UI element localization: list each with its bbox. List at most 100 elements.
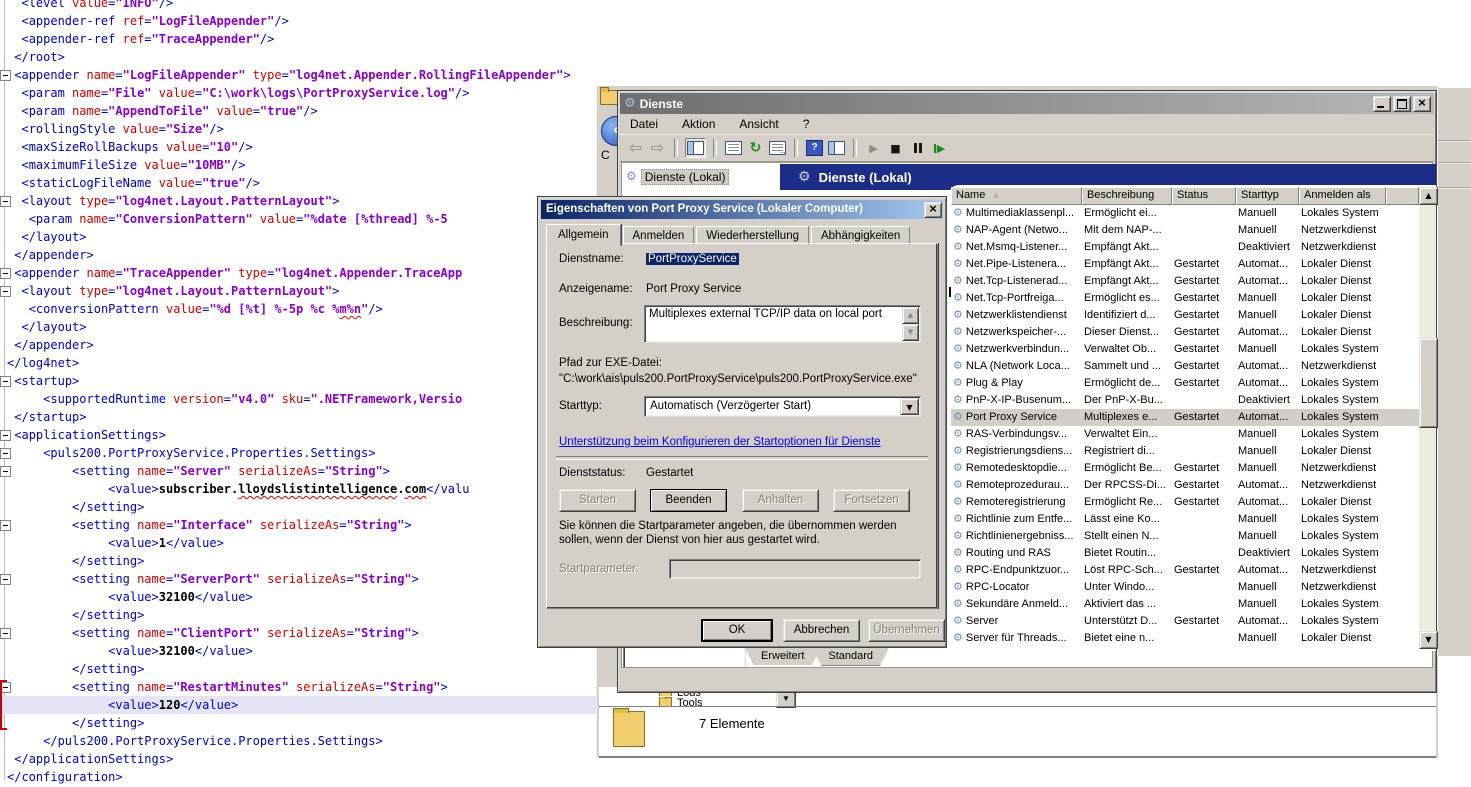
table-row[interactable]: ⚙Plug & PlayErmöglicht de...GestartetAut…	[951, 375, 1436, 392]
code-line[interactable]: <param name="File" value="C:\work\logs\P…	[7, 84, 596, 102]
table-row[interactable]: ⚙Netzwerkspeicher-...Dieser Dienst...Ges…	[951, 324, 1436, 341]
scroll-up-icon[interactable]: ▲	[1419, 187, 1438, 205]
code-line[interactable]: <value>32100</value>	[7, 588, 596, 606]
table-row[interactable]: ⚙Remoteprozedurau...Der RPCSS-Di...Gesta…	[951, 477, 1436, 494]
pause-service-icon[interactable]	[908, 139, 927, 157]
code-line[interactable]: <setting name="ClientPort" serializeAs="…	[7, 624, 596, 642]
scroll-down-icon[interactable]: ▼	[1419, 631, 1438, 649]
code-area[interactable]: <level value="INFO"/> <appender-ref ref=…	[7, 0, 596, 786]
table-row[interactable]: ⚙RPC-Endpunktzuor...Löst RPC-Sch...Gesta…	[951, 562, 1436, 579]
code-line[interactable]: <maximumFileSize value="10MB"/>	[7, 156, 596, 174]
table-row[interactable]: ⚙Sekundäre Anmeld...Aktiviert das ...Man…	[951, 596, 1436, 613]
scroll-down-icon[interactable]: ▼	[902, 324, 919, 341]
show-console-tree-icon[interactable]	[685, 138, 706, 158]
code-line[interactable]: <setting name="RestartMinutes" serialize…	[7, 678, 596, 696]
table-row[interactable]: ⚙RPC-LocatorUnter Windo...ManuellNetzwer…	[951, 579, 1436, 596]
table-row[interactable]: ⚙RemoteregistrierungErmöglicht Re...Gest…	[951, 494, 1436, 511]
table-row[interactable]: ⚙Multimediaklassenpl...Ermöglicht ei...M…	[951, 205, 1436, 222]
refresh-icon[interactable]	[746, 139, 765, 157]
code-line[interactable]: <layout type="log4net.Layout.PatternLayo…	[7, 192, 596, 210]
menu-ansicht[interactable]: Ansicht	[739, 117, 778, 131]
maximize-button[interactable]	[1393, 96, 1411, 112]
code-line[interactable]: <setting name="ServerPort" serializeAs="…	[7, 570, 596, 588]
table-row[interactable]: ⚙Net.Tcp-Listenerad...Empfängt Akt...Ges…	[951, 273, 1436, 290]
stop-service-icon[interactable]	[886, 139, 905, 157]
menu-datei[interactable]: Datei	[630, 117, 658, 131]
code-line[interactable]: <supportedRuntime version="v4.0" sku=".N…	[7, 390, 596, 408]
code-line[interactable]: <staticLogFileName value="true"/>	[7, 174, 596, 192]
fold-toggle-icon[interactable]	[0, 376, 11, 387]
code-line[interactable]: <param name="ConversionPattern" value="%…	[7, 210, 596, 228]
fold-toggle-icon[interactable]	[0, 268, 11, 279]
column-header-1[interactable]: Beschreibung	[1082, 187, 1172, 205]
dienstname-value[interactable]: PortProxyService	[646, 253, 739, 265]
back-icon[interactable]	[626, 139, 645, 157]
forward-icon[interactable]	[648, 139, 667, 157]
fold-toggle-icon[interactable]	[0, 448, 11, 459]
vertical-scrollbar[interactable]: ▲ ▼	[1419, 187, 1436, 649]
code-line[interactable]: <level value="INFO"/>	[7, 0, 596, 12]
scrollbar-thumb[interactable]	[1419, 338, 1438, 428]
table-row[interactable]: ⚙Net.Tcp-Portfreiga...Ermöglicht es...Ge…	[951, 290, 1436, 307]
column-header-3[interactable]: Starttyp	[1236, 187, 1299, 205]
table-row[interactable]: ⚙ServerUnterstützt D...GestartetAutomat.…	[951, 613, 1436, 630]
code-line[interactable]: <layout type="log4net.Layout.PatternLayo…	[7, 282, 596, 300]
table-row[interactable]: ⚙Registrierungsdiens...Registriert di...…	[951, 443, 1436, 460]
table-row[interactable]: ⚙NetzwerklistendienstIdentifiziert d...G…	[951, 307, 1436, 324]
code-line[interactable]: <applicationSettings>	[7, 426, 596, 444]
code-line[interactable]: <startup>	[7, 372, 596, 390]
help-icon[interactable]: ?	[805, 139, 824, 157]
fold-toggle-icon[interactable]	[0, 628, 11, 639]
code-line[interactable]: </applicationSettings>	[7, 750, 596, 768]
code-line[interactable]: <appender name="TraceAppender" type="log…	[7, 264, 596, 282]
code-line[interactable]: </appender>	[7, 336, 596, 354]
list-item[interactable]: Tools	[659, 697, 703, 706]
table-row[interactable]: ⚙NLA (Network Loca...Sammelt und ...Gest…	[951, 358, 1436, 375]
fold-toggle-icon[interactable]	[0, 70, 11, 81]
table-row[interactable]: ⚙Server für Threads...Bietet eine n...Ma…	[951, 630, 1436, 647]
export-list-icon[interactable]: →	[768, 139, 787, 157]
table-row[interactable]: ⚙Richtlinie zum Entfe...Lässt eine Ko...…	[951, 511, 1436, 528]
code-line[interactable]: </log4net>	[7, 354, 596, 372]
tab-erweitert[interactable]: Erweitert	[745, 648, 820, 666]
code-line[interactable]: <maxSizeRollBackups value="10"/>	[7, 138, 596, 156]
menu-aktion[interactable]: Aktion	[682, 117, 715, 131]
beenden-button[interactable]: Beenden	[650, 489, 727, 512]
scroll-up-icon[interactable]: ▲	[902, 307, 919, 324]
code-line[interactable]: <setting name="Server" serializeAs="Stri…	[7, 462, 596, 480]
code-line[interactable]: </root>	[7, 48, 596, 66]
code-line[interactable]: </startup>	[7, 408, 596, 426]
code-line[interactable]: <appender-ref ref="TraceAppender"/>	[7, 30, 596, 48]
code-line[interactable]: <appender name="LogFileAppender" type="l…	[7, 66, 596, 84]
minimize-button[interactable]	[1373, 96, 1391, 112]
fold-toggle-icon[interactable]	[0, 286, 11, 297]
close-button[interactable]	[1413, 96, 1431, 112]
startoptions-help-link[interactable]: Unterstützung beim Konfigurieren der Sta…	[559, 436, 881, 448]
code-line[interactable]: <value>32100</value>	[7, 642, 596, 660]
code-line[interactable]: <setting name="Interface" serializeAs="S…	[7, 516, 596, 534]
tab-allgemein[interactable]: Allgemein	[546, 224, 621, 246]
beschreibung-field[interactable]: Multiplexes external TCP/IP data on loca…	[644, 305, 921, 343]
extended-view-icon[interactable]	[827, 139, 846, 157]
column-header-4[interactable]: Anmelden als	[1299, 187, 1386, 205]
table-row[interactable]: ⚙Port Proxy ServiceMultiplexes e...Gesta…	[951, 409, 1436, 426]
code-line[interactable]: </layout>	[7, 318, 596, 336]
code-line[interactable]: <value>subscriber.lloydslistintelligence…	[7, 480, 596, 498]
fold-toggle-icon[interactable]	[0, 574, 11, 585]
restart-service-icon[interactable]	[930, 139, 949, 157]
close-icon[interactable]	[924, 202, 942, 218]
fold-toggle-icon[interactable]	[0, 430, 11, 441]
window-titlebar[interactable]: ⚙ Dienste	[620, 93, 1434, 114]
abbrechen-button[interactable]: Abbrechen	[783, 619, 860, 642]
fold-toggle-icon[interactable]	[0, 520, 11, 531]
code-line[interactable]: <appender-ref ref="LogFileAppender"/>	[7, 12, 596, 30]
starttyp-combobox[interactable]: Automatisch (Verzögerter Start) ▼	[644, 396, 921, 417]
table-row[interactable]: ⚙Netzwerkverbindun...Verwaltet Ob...Gest…	[951, 341, 1436, 358]
table-row[interactable]: ⚙Net.Msmq-Listener...Empfängt Akt...Deak…	[951, 239, 1436, 256]
code-line[interactable]: <puls200.PortProxyService.Properties.Set…	[7, 444, 596, 462]
code-line[interactable]: </setting>	[7, 660, 596, 678]
table-row[interactable]: ⚙Routing und RASBietet Routin...Deaktivi…	[951, 545, 1436, 562]
code-line[interactable]: <rollingStyle value="Size"/>	[7, 120, 596, 138]
code-line[interactable]: <param name="AppendToFile" value="true"/…	[7, 102, 596, 120]
code-line[interactable]: <value>120</value>	[0, 696, 596, 714]
